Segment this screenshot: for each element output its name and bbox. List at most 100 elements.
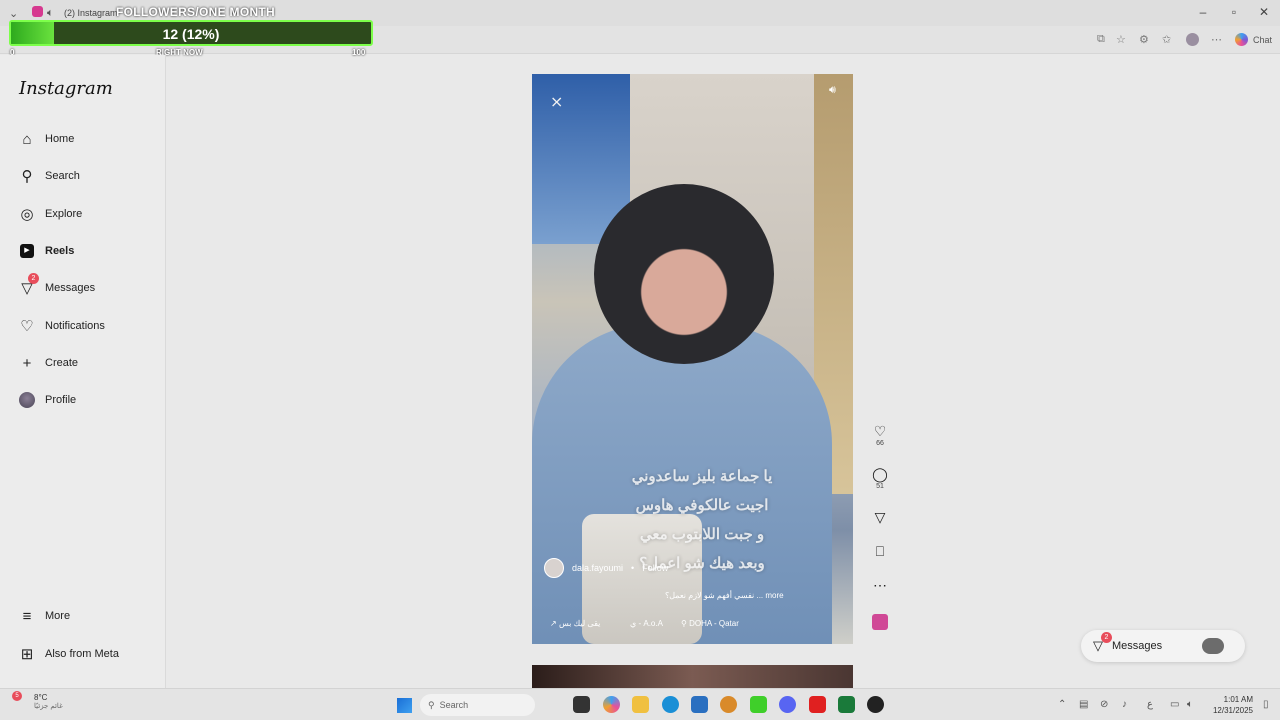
avatar	[18, 391, 36, 409]
comment-icon: ◯	[872, 466, 888, 482]
task-view-icon[interactable]	[573, 696, 590, 713]
save-button[interactable]: ⎕	[871, 543, 889, 559]
taskbar-search[interactable]: ⚲ Search	[420, 694, 535, 716]
tray-app-icon[interactable]: ▤	[1079, 699, 1088, 710]
reel-audio[interactable]: ↗ يقى ليك بس	[550, 619, 600, 628]
discord-icon[interactable]	[779, 696, 796, 713]
reel-location[interactable]: ⚲ DOHA - Qatar	[681, 619, 739, 628]
reel-subject	[594, 184, 774, 364]
more-options-button[interactable]: ⋯	[871, 577, 889, 593]
copilot-app-icon[interactable]	[603, 696, 620, 713]
notifications-icon[interactable]: ▯	[1263, 699, 1269, 710]
reels-icon: ▶	[18, 242, 36, 260]
sidebar-item-search[interactable]: ⚲ Search	[18, 165, 80, 187]
network-icon[interactable]: ▭	[1170, 699, 1179, 710]
youtube-icon[interactable]	[809, 696, 826, 713]
volume-icon[interactable]: 🔈︎	[1187, 699, 1193, 710]
messenger-icon: ▽ 2	[18, 273, 39, 297]
weather-widget[interactable]: 5 8°C غائم جزئيًا	[12, 691, 63, 710]
followers-progress-bar: 12 (12%)	[9, 20, 373, 46]
weather-description: غائم جزئيًا	[34, 703, 63, 710]
windows-start-icon[interactable]	[397, 698, 412, 713]
sidebar-item-label: Create	[45, 357, 79, 369]
sidebar-item-label: Search	[45, 170, 80, 182]
caption-line: يا جماعة بليز ساعدوني	[631, 468, 773, 485]
kick-app-icon[interactable]	[750, 696, 767, 713]
like-button[interactable]: ♡ 66	[871, 423, 889, 447]
sidebar-item-also-from-meta[interactable]: ⊞ Also from Meta	[18, 643, 119, 665]
sidebar-item-reels[interactable]: ▶ Reels	[18, 240, 74, 262]
file-explorer-icon[interactable]	[632, 696, 649, 713]
microphone-icon[interactable]: ♪	[1122, 699, 1127, 710]
next-reel-preview[interactable]	[532, 665, 853, 689]
restore-icon[interactable]: ▫	[1224, 5, 1244, 19]
like-count: 66	[876, 440, 884, 447]
store-icon[interactable]	[691, 696, 708, 713]
instagram-logo[interactable]: Instagram	[19, 78, 113, 99]
messages-label: Messages	[1112, 640, 1163, 652]
location-pin-icon: ⚲	[681, 619, 690, 628]
author-avatar[interactable]	[544, 558, 564, 578]
messages-bubble[interactable]: ▽ 2 Messages	[1081, 630, 1245, 662]
messages-badge: 2	[28, 273, 39, 284]
more-options-icon: ⋯	[873, 577, 887, 593]
sidebar-item-notifications[interactable]: ♡ Notifications	[18, 315, 105, 337]
caption-line: اجيت عالكوفي هاوس	[635, 497, 769, 514]
audio-thumbnail[interactable]	[872, 614, 888, 630]
plus-icon: +	[22, 354, 32, 372]
chat-button[interactable]: Chat	[1253, 35, 1272, 45]
author-username[interactable]: dala.fayoumi	[572, 563, 623, 573]
followers-widget-title: FOLLOWERS/ONE MONTH	[116, 5, 276, 19]
progress-value: 12 (12%)	[162, 26, 220, 42]
tab-title[interactable]: (2) Instagram	[64, 8, 118, 18]
favorites-icon[interactable]: ✩	[1162, 33, 1171, 46]
messages-badge: 2	[1101, 632, 1112, 643]
caption-line: و جبت اللابتوب معي	[639, 526, 765, 543]
chrome-icon[interactable]	[720, 696, 737, 713]
more-options-icon[interactable]: ⋯	[1211, 33, 1222, 46]
sidebar-item-explore[interactable]: ◎ Explore	[18, 203, 82, 225]
split-screen-icon[interactable]: ⧉	[1097, 33, 1105, 46]
comment-button[interactable]: ◯ 51	[871, 466, 889, 490]
follow-button[interactable]: Follow	[642, 563, 668, 573]
sidebar-item-label: Reels	[45, 245, 75, 257]
sidebar-item-label: Also from Meta	[45, 648, 119, 660]
sidebar-item-label: Messages	[45, 282, 96, 294]
keyboard-language[interactable]: ع	[1147, 699, 1153, 710]
search-placeholder: Search	[439, 700, 469, 710]
tray-app-icon[interactable]: ⊘	[1100, 699, 1108, 710]
separator-dot: •	[631, 563, 635, 573]
star-icon[interactable]: ☆	[1116, 33, 1126, 46]
copilot-icon[interactable]	[1235, 33, 1248, 46]
capcut-logo-icon: ⨯	[550, 94, 564, 111]
reel-video[interactable]: ⨯ 🔊︎ يا جماعة بليز ساعدوني اجيت عالكوفي …	[532, 74, 853, 644]
sidebar-item-profile[interactable]: Profile	[18, 389, 76, 411]
share-button[interactable]: ▽	[871, 509, 889, 525]
bookmark-icon: ⎕	[875, 543, 885, 559]
app-icon[interactable]	[867, 696, 884, 713]
speaker-icon[interactable]: 🔈︎	[47, 7, 54, 20]
profile-avatar[interactable]	[1186, 33, 1199, 46]
edge-browser-icon[interactable]	[662, 696, 679, 713]
mute-toggle-icon[interactable]: 🔊︎	[829, 84, 845, 100]
sidebar-item-home[interactable]: ⌂ Home	[18, 128, 74, 150]
search-icon: ⚲	[21, 168, 33, 185]
system-clock[interactable]: 1:01 AM 12/31/2025	[1207, 694, 1253, 716]
sidebar-item-create[interactable]: + Create	[18, 352, 78, 374]
app-icon[interactable]	[838, 696, 855, 713]
minimize-icon[interactable]: –	[1193, 5, 1213, 19]
chevron-down-icon[interactable]: ⌄	[9, 7, 18, 20]
reel-description[interactable]: نفسي أفهم شو لازم نعمل؟ ... more	[665, 591, 784, 600]
tray-expand-icon[interactable]: ⌃	[1058, 699, 1066, 710]
instagram-tab-icon	[32, 6, 43, 17]
extensions-icon[interactable]: ⚙	[1139, 33, 1149, 46]
sidebar-item-messages[interactable]: ▽ 2 Messages	[18, 273, 96, 299]
clock-date: 12/31/2025	[1212, 706, 1253, 715]
sidebar-item-label: Home	[45, 133, 75, 145]
sidebar-item-more[interactable]: ≡ More	[18, 605, 70, 627]
close-icon[interactable]: ✕	[1254, 5, 1274, 19]
reel-author: dala.fayoumi • Follow	[544, 558, 668, 578]
audio-arrow-icon: ↗	[550, 619, 559, 628]
reel-audio-tag[interactable]: ي - A.o.A	[630, 619, 663, 628]
sidebar-item-label: Profile	[45, 394, 77, 406]
